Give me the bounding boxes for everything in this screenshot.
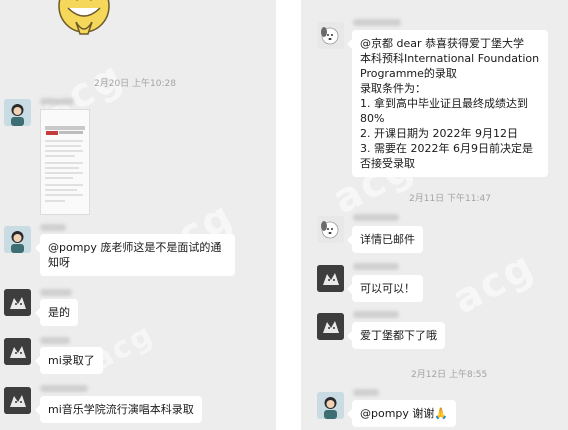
sender-name-blurred (353, 214, 399, 221)
avatar-cat-icon (317, 265, 344, 292)
sender-name-blurred (353, 311, 399, 318)
sender-name-blurred (40, 385, 88, 392)
message-bubble[interactable]: @pompy 庞老师这是不是面试的通 知呀 (35, 234, 235, 276)
message-text: 爱丁堡都下了哦 (360, 329, 437, 342)
message-text-line: 3. 需要在 2022年 6月9日前决定是 (360, 142, 533, 155)
sender-name-blurred (40, 224, 66, 231)
message-text: 详情已邮件 (360, 233, 415, 246)
message-text-line: 知呀 (48, 256, 70, 269)
sender-name-blurred (40, 98, 74, 105)
sender-name-blurred (40, 337, 70, 344)
avatar-girl-icon (317, 392, 344, 419)
avatar[interactable] (4, 99, 31, 126)
message-text: 可以可以！ (360, 282, 415, 295)
sender-name-blurred (40, 289, 72, 296)
sender-name-blurred (353, 389, 379, 396)
message-bubble[interactable]: mi音乐学院流行演唱本科录取 (35, 396, 202, 423)
avatar-cat-icon (4, 289, 31, 316)
message-text-line: @京都 dear 恭喜获得爱丁堡大学 (360, 37, 525, 50)
message-text: mi音乐学院流行演唱本科录取 (48, 403, 194, 416)
timestamp: 2月20日 上午10:28 (94, 79, 176, 89)
message-text: @pompy 谢谢🙏 (360, 407, 449, 420)
avatar[interactable] (4, 226, 31, 253)
message-bubble[interactable]: @京都 dear 恭喜获得爱丁堡大学 本科预科International Fou… (347, 30, 548, 177)
avatar[interactable] (4, 387, 31, 414)
avatar[interactable] (317, 392, 344, 419)
avatar[interactable] (4, 289, 31, 316)
message-bubble[interactable]: 可以可以！ (347, 275, 423, 302)
message-text-line: 1. 拿到高中毕业证且最终成绩达到 (360, 97, 528, 110)
left-chat-panel: acg acg acg 2月20日 上午10:28 @pompy 庞老师这是不是… (0, 0, 276, 430)
document-thumbnail-icon (41, 110, 89, 214)
message-text-line: Programme的录取 (360, 67, 457, 80)
sender-name-blurred (353, 263, 399, 270)
avatar[interactable] (4, 338, 31, 365)
message-text-line: 录取条件为： (360, 82, 426, 95)
message-text-line: 否接受录取 (360, 157, 415, 170)
timestamp: 2月12日 上午8:55 (411, 370, 488, 380)
sender-name-blurred (353, 19, 401, 26)
message-text: mi录取了 (48, 354, 95, 367)
message-bubble[interactable]: mi录取了 (35, 347, 103, 374)
message-text-line: 80% (360, 112, 385, 125)
watermark: acg (445, 242, 543, 324)
sticker-emoji[interactable] (50, 0, 118, 36)
message-text-line: 本科预科International Foundation (360, 52, 540, 65)
avatar-cat-icon (4, 387, 31, 414)
avatar[interactable] (317, 265, 344, 292)
message-text: 是的 (48, 306, 70, 319)
avatar-dog-icon (317, 22, 344, 49)
avatar[interactable] (317, 216, 344, 243)
avatar[interactable] (317, 22, 344, 49)
right-chat-panel: acg acg acg @京都 dear 恭喜获得爱丁堡大学 本科预科Inter… (301, 0, 568, 430)
avatar-girl-icon (4, 99, 31, 126)
image-message[interactable] (40, 109, 90, 215)
avatar-cat-icon (4, 338, 31, 365)
avatar[interactable] (317, 313, 344, 340)
message-text-line: @pompy 庞老师这是不是面试的通 (48, 241, 222, 254)
message-text-line: 2. 开课日期为 2022年 9月12日 (360, 127, 518, 140)
avatar-girl-icon (4, 226, 31, 253)
avatar-dog-icon (317, 216, 344, 243)
message-bubble[interactable]: 详情已邮件 (347, 226, 423, 253)
timestamp: 2月11日 下午11:47 (409, 194, 491, 204)
message-bubble[interactable]: 爱丁堡都下了哦 (347, 322, 445, 349)
message-bubble[interactable]: @pompy 谢谢🙏 (346, 400, 457, 427)
message-bubble[interactable]: 是的 (35, 299, 78, 326)
avatar-cat-icon (317, 313, 344, 340)
